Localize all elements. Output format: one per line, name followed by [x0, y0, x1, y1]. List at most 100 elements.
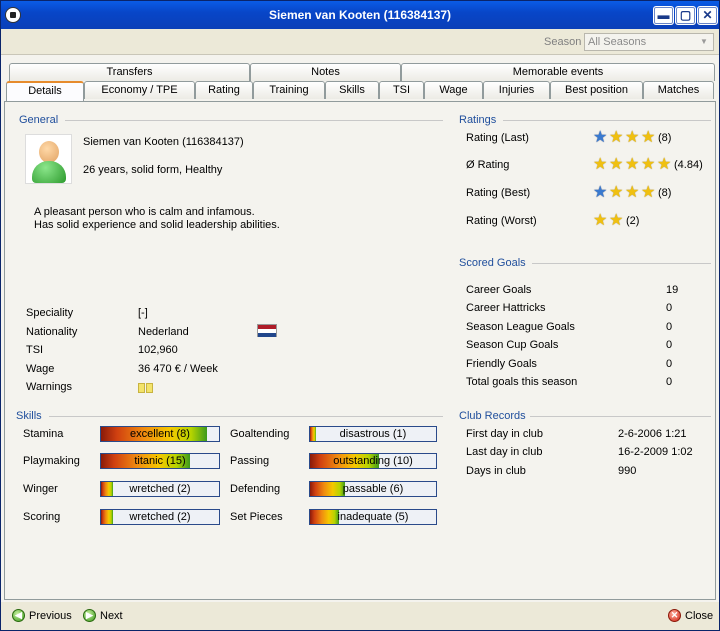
tab-details[interactable]: Details	[6, 81, 84, 101]
warning-card-icon	[138, 383, 145, 393]
rating-last-label: Rating (Last)	[466, 132, 529, 144]
days-in-club-label: Days in club	[466, 465, 526, 477]
total-goals-season-label: Total goals this season	[466, 376, 578, 388]
netherlands-flag-icon	[257, 324, 277, 337]
close-button[interactable]: Close	[685, 610, 713, 622]
maximize-button[interactable]: ▢	[675, 6, 696, 25]
tsi-label: TSI	[26, 344, 44, 356]
nationality-value: Nederland	[138, 326, 189, 338]
star-icon: ★	[609, 212, 624, 229]
player-description-2: Has solid experience and solid leadershi…	[34, 219, 280, 231]
tab-economy-tpe[interactable]: Economy / TPE	[84, 81, 195, 99]
speciality-value: [-]	[138, 307, 148, 319]
ratings-section-title: Ratings	[459, 114, 497, 126]
tab-notes[interactable]: Notes	[250, 63, 401, 81]
goals-divider	[532, 263, 711, 264]
star-icon: ★	[593, 212, 608, 229]
skill-playmaking-label: Playmaking	[23, 455, 80, 467]
flag-stripe-bottom	[258, 333, 276, 337]
star-icon: ★	[641, 184, 656, 201]
player-description-1: A pleasant person who is calm and infamo…	[34, 206, 255, 218]
avatar-head	[39, 141, 59, 163]
skill-defending-value: passable (6)	[342, 483, 404, 495]
season-cup-goals-value: 0	[666, 339, 673, 351]
first-day-label: First day in club	[466, 428, 544, 440]
star-icon: ★	[641, 129, 656, 146]
skill-set-pieces-value: inadequate (5)	[337, 511, 409, 523]
arrow-left-icon[interactable]: ◀	[12, 609, 25, 622]
tab-training[interactable]: Training	[253, 81, 325, 99]
rating-average-value: (4.84)	[674, 159, 703, 171]
title-bar: Siemen van Kooten (116384137) ▬ ▢ ✕	[1, 1, 719, 29]
skill-passing-bar: outstanding (10)	[309, 453, 437, 469]
days-in-club-value: 990	[618, 465, 637, 477]
wage-label: Wage	[26, 363, 55, 375]
star-icon: ★	[625, 156, 640, 173]
skill-passing-value: outstanding (10)	[333, 455, 413, 467]
rating-best-label: Rating (Best)	[466, 187, 531, 199]
star-icon: ★	[609, 156, 624, 173]
warnings-label: Warnings	[26, 381, 73, 393]
career-goals-value: 19	[666, 284, 679, 296]
skill-defending-bar: passable (6)	[309, 481, 437, 497]
player-name: Siemen van Kooten (116384137)	[83, 136, 244, 148]
season-selected-value: All Seasons	[588, 36, 647, 48]
skill-set-pieces-bar: inadequate (5)	[309, 509, 437, 525]
close-window-button[interactable]: ✕	[697, 6, 718, 25]
skill-stamina-bar: excellent (8)	[100, 426, 220, 442]
club-records-divider	[530, 416, 711, 417]
skill-stamina-value: excellent (8)	[130, 428, 190, 440]
previous-button[interactable]: Previous	[29, 610, 72, 622]
skill-stamina-label: Stamina	[23, 428, 64, 440]
tab-skills[interactable]: Skills	[325, 81, 379, 99]
last-day-label: Last day in club	[466, 446, 543, 458]
rating-average-label: Ø Rating	[466, 159, 510, 171]
last-day-value: 16-2-2009 1:02	[618, 446, 693, 458]
skill-defending-label: Defending	[230, 483, 281, 495]
avatar-body	[32, 161, 66, 183]
tab-injuries[interactable]: Injuries	[483, 81, 550, 99]
player-window: Siemen van Kooten (116384137) ▬ ▢ ✕ Seas…	[0, 0, 720, 631]
first-day-value: 2-6-2006 1:21	[618, 428, 687, 440]
minimize-button[interactable]: ▬	[653, 6, 674, 25]
player-status: 26 years, solid form, Healthy	[83, 164, 223, 176]
career-hattricks-value: 0	[666, 302, 673, 314]
tab-wage[interactable]: Wage	[424, 81, 483, 99]
rating-worst-label: Rating (Worst)	[466, 215, 537, 227]
star-icon: ★	[625, 184, 640, 201]
tab-matches[interactable]: Matches	[643, 81, 714, 99]
skill-winger-value: wretched (2)	[129, 483, 191, 495]
rating-worst-value: (2)	[626, 215, 640, 227]
wage-value: 36 470 € / Week	[138, 363, 218, 375]
season-cup-goals-label: Season Cup Goals	[466, 339, 559, 351]
skill-scoring-bar: wretched (2)	[100, 509, 220, 525]
star-icon: ★	[625, 129, 640, 146]
skill-playmaking-bar: titanic (15)	[100, 453, 220, 469]
tab-rating[interactable]: Rating	[195, 81, 253, 99]
arrow-right-icon[interactable]: ▶	[83, 609, 96, 622]
warning-card-icon	[146, 383, 153, 393]
speciality-label: Speciality	[26, 307, 74, 319]
tab-transfers[interactable]: Transfers	[9, 63, 250, 81]
chevron-down-icon: ▼	[700, 37, 708, 46]
close-icon[interactable]: ✕	[668, 609, 681, 622]
club-records-section-title: Club Records	[459, 410, 526, 422]
tab-best-position[interactable]: Best position	[550, 81, 643, 99]
tab-memorable-events[interactable]: Memorable events	[401, 63, 715, 81]
season-select[interactable]: All Seasons ▼	[584, 33, 714, 51]
rating-last-value: (8)	[658, 132, 672, 144]
avatar	[25, 134, 72, 184]
season-label: Season	[544, 36, 582, 48]
tab-tsi[interactable]: TSI	[379, 81, 424, 99]
skill-playmaking-value: titanic (15)	[134, 455, 186, 467]
next-button[interactable]: Next	[100, 610, 123, 622]
friendly-goals-label: Friendly Goals	[466, 358, 537, 370]
star-icon: ★	[593, 129, 608, 146]
window-title: Siemen van Kooten (116384137)	[268, 8, 452, 22]
career-goals-label: Career Goals	[466, 284, 532, 296]
season-league-goals-value: 0	[666, 321, 673, 333]
skill-goaltending-value: disastrous (1)	[339, 428, 407, 440]
skill-scoring-value: wretched (2)	[129, 511, 191, 523]
star-icon: ★	[609, 129, 624, 146]
skill-passing-label: Passing	[230, 455, 270, 467]
